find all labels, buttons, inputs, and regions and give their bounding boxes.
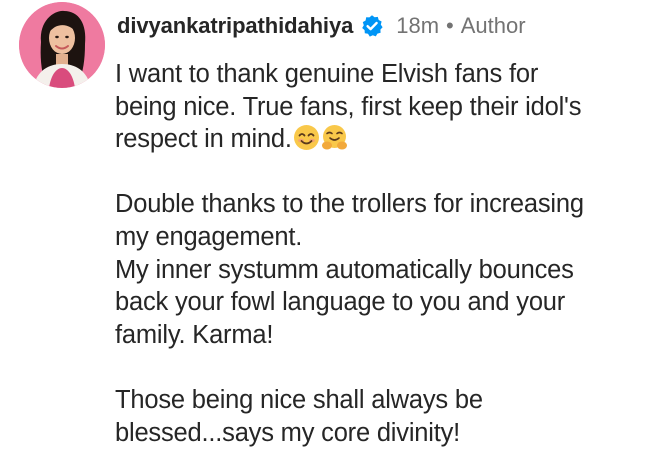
comment-line: Those being nice shall always be [115, 385, 483, 414]
comment-line: Double thanks to the trollers for increa… [115, 190, 584, 219]
username-link[interactable]: divyankatripathidahiya [117, 13, 353, 39]
smiling-face-icon [293, 124, 320, 151]
comment-line: my engagement. [115, 222, 303, 251]
comment-line: My inner systumm automatically bounces [115, 255, 574, 284]
separator-dot: • [446, 13, 454, 38]
comment-line: back your fowl language to you and your [115, 288, 566, 317]
comment-line: blessed...says my core divinity! [115, 418, 461, 447]
author-label: Author [460, 13, 526, 38]
comment: divyankatripathidahiya 18m • Author I wa… [0, 0, 650, 450]
verified-badge-icon [360, 14, 384, 38]
profile-avatar-icon [19, 2, 105, 88]
hugging-face-icon [321, 124, 348, 151]
comment-line: I want to thank genuine Elvish fans for [115, 60, 539, 88]
comment-line: family. Karma! [115, 320, 274, 349]
timestamp[interactable]: 18m [396, 13, 439, 39]
comment-line: being nice. True fans, first keep their … [115, 92, 582, 121]
comment-header: divyankatripathidahiya 18m • Author [117, 10, 526, 42]
comment-line: respect in mind. [115, 123, 645, 156]
comment-line-text: respect in mind. [115, 125, 292, 154]
comment-text: I want to thank genuine Elvish fans for … [115, 58, 645, 449]
avatar[interactable] [19, 2, 105, 88]
